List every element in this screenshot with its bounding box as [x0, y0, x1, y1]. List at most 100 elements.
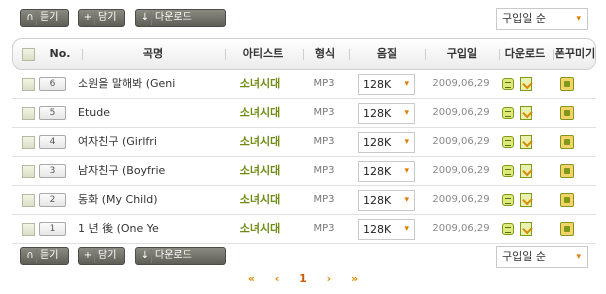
row-checkbox[interactable]: [22, 223, 35, 236]
quality-select[interactable]: 128K ▾: [358, 161, 415, 182]
listen-label: 듣기: [40, 250, 59, 261]
current-page[interactable]: 1: [299, 272, 307, 285]
track-number: 3: [39, 164, 66, 178]
chevron-down-icon: ▾: [404, 137, 409, 147]
format-label: MP3: [313, 136, 335, 147]
song-table: No. 곡명 아티스트 형식 음질 구입일 다운로드 폰꾸미기 6 소원을 말해…: [12, 38, 596, 244]
phone-decoration-icon[interactable]: [560, 77, 574, 91]
pagination: « ‹ 1 › »: [0, 272, 606, 288]
sort-select[interactable]: 구입일 순 ▾: [496, 246, 588, 268]
phone-decoration-icon[interactable]: [560, 164, 574, 178]
phone-decoration-icon[interactable]: [560, 222, 574, 236]
download-label: 다운로드: [155, 250, 192, 261]
download-to-device-icon[interactable]: [520, 193, 532, 207]
download-to-device-icon[interactable]: [520, 106, 532, 120]
table-row: 3 남자친구 (Boyfrie 소녀시대 MP3 128K ▾ 2009,06,2…: [12, 157, 596, 186]
listen-button[interactable]: ∩ 듣기: [20, 9, 69, 27]
download-to-device-icon[interactable]: [520, 222, 532, 236]
song-title[interactable]: Etude: [78, 99, 218, 127]
sort-value: 구입일 순: [502, 12, 546, 25]
quality-value: 128K: [363, 78, 392, 91]
song-title[interactable]: 소원을 말해봐 (Geni: [78, 70, 218, 98]
purchase-date: 2009,06,29: [432, 223, 490, 234]
download-icon: ↓: [139, 249, 152, 263]
sort-select[interactable]: 구입일 순 ▾: [496, 8, 588, 30]
quality-value: 128K: [363, 223, 392, 236]
download-to-device-icon[interactable]: [520, 164, 532, 178]
header-format: 형식: [314, 47, 336, 60]
header-phone-decoration: 폰꾸미기: [554, 47, 596, 60]
quality-value: 128K: [363, 194, 392, 207]
artist-link[interactable]: 소녀시대: [220, 70, 300, 98]
chevron-down-icon: ▾: [404, 79, 409, 89]
download-file-icon[interactable]: [502, 165, 514, 177]
download-to-device-icon[interactable]: [520, 135, 532, 149]
listen-button[interactable]: ∩ 듣기: [20, 247, 69, 265]
header-no: No.: [49, 47, 71, 60]
download-button[interactable]: ↓ 다운로드: [135, 9, 226, 27]
header-title: 곡명: [142, 47, 164, 60]
quality-select[interactable]: 128K ▾: [358, 74, 415, 95]
download-file-icon[interactable]: [502, 194, 514, 206]
artist-link[interactable]: 소녀시대: [220, 186, 300, 214]
quality-select[interactable]: 128K ▾: [358, 132, 415, 153]
format-label: MP3: [313, 223, 335, 234]
artist-link[interactable]: 소녀시대: [220, 99, 300, 127]
quality-value: 128K: [363, 107, 392, 120]
artist-link[interactable]: 소녀시대: [220, 215, 300, 243]
headphones-icon: ∩: [24, 11, 37, 25]
download-file-icon[interactable]: [502, 78, 514, 90]
chevron-down-icon: ▾: [576, 14, 581, 24]
add-button[interactable]: + 담기: [78, 247, 125, 265]
track-number: 4: [39, 135, 66, 149]
add-label: 담기: [98, 12, 117, 23]
song-title[interactable]: 1 년 後 (One Ye: [78, 215, 218, 243]
download-button[interactable]: ↓ 다운로드: [135, 247, 226, 265]
artist-link[interactable]: 소녀시대: [220, 157, 300, 185]
add-button[interactable]: + 담기: [78, 9, 125, 27]
quality-select[interactable]: 128K ▾: [358, 103, 415, 124]
phone-decoration-icon[interactable]: [560, 193, 574, 207]
song-title[interactable]: 남자친구 (Boyfrie: [78, 157, 218, 185]
track-number: 6: [39, 77, 66, 91]
download-to-device-icon[interactable]: [520, 77, 532, 91]
sort-value: 구입일 순: [502, 250, 546, 263]
table-row: 5 Etude 소녀시대 MP3 128K ▾ 2009,06,29: [12, 99, 596, 128]
table-header: No. 곡명 아티스트 형식 음질 구입일 다운로드 폰꾸미기: [12, 38, 596, 70]
purchase-date: 2009,06,29: [432, 194, 490, 205]
phone-decoration-icon[interactable]: [560, 106, 574, 120]
song-title[interactable]: 여자친구 (Girlfri: [78, 128, 218, 156]
quality-value: 128K: [363, 165, 392, 178]
download-file-icon[interactable]: [502, 136, 514, 148]
table-row: 4 여자친구 (Girlfri 소녀시대 MP3 128K ▾ 2009,06,2…: [12, 128, 596, 157]
first-page-link[interactable]: «: [248, 272, 255, 285]
track-number: 5: [39, 106, 66, 120]
row-checkbox[interactable]: [22, 165, 35, 178]
purchase-date: 2009,06,29: [432, 136, 490, 147]
track-number: 1: [39, 222, 66, 236]
header-artist: 아티스트: [242, 47, 284, 60]
phone-decoration-icon[interactable]: [560, 135, 574, 149]
download-icon: ↓: [139, 11, 152, 25]
table-row: 2 동화 (My Child) 소녀시대 MP3 128K ▾ 2009,06,2…: [12, 186, 596, 215]
header-quality: 음질: [376, 47, 398, 60]
row-checkbox[interactable]: [22, 136, 35, 149]
quality-select[interactable]: 128K ▾: [358, 190, 415, 211]
prev-page-link[interactable]: ‹: [275, 272, 280, 285]
next-page-link[interactable]: ›: [327, 272, 332, 285]
select-all-checkbox[interactable]: [22, 48, 35, 61]
download-file-icon[interactable]: [502, 107, 514, 119]
row-checkbox[interactable]: [22, 78, 35, 91]
song-title[interactable]: 동화 (My Child): [78, 186, 218, 214]
quality-select[interactable]: 128K ▾: [358, 219, 415, 240]
table-row: 6 소원을 말해봐 (Geni 소녀시대 MP3 128K ▾ 2009,06,2…: [12, 70, 596, 99]
row-checkbox[interactable]: [22, 107, 35, 120]
quality-value: 128K: [363, 136, 392, 149]
format-label: MP3: [313, 165, 335, 176]
listen-label: 듣기: [40, 12, 59, 23]
download-file-icon[interactable]: [502, 223, 514, 235]
artist-link[interactable]: 소녀시대: [220, 128, 300, 156]
chevron-down-icon: ▾: [404, 108, 409, 118]
last-page-link[interactable]: »: [351, 272, 358, 285]
row-checkbox[interactable]: [22, 194, 35, 207]
